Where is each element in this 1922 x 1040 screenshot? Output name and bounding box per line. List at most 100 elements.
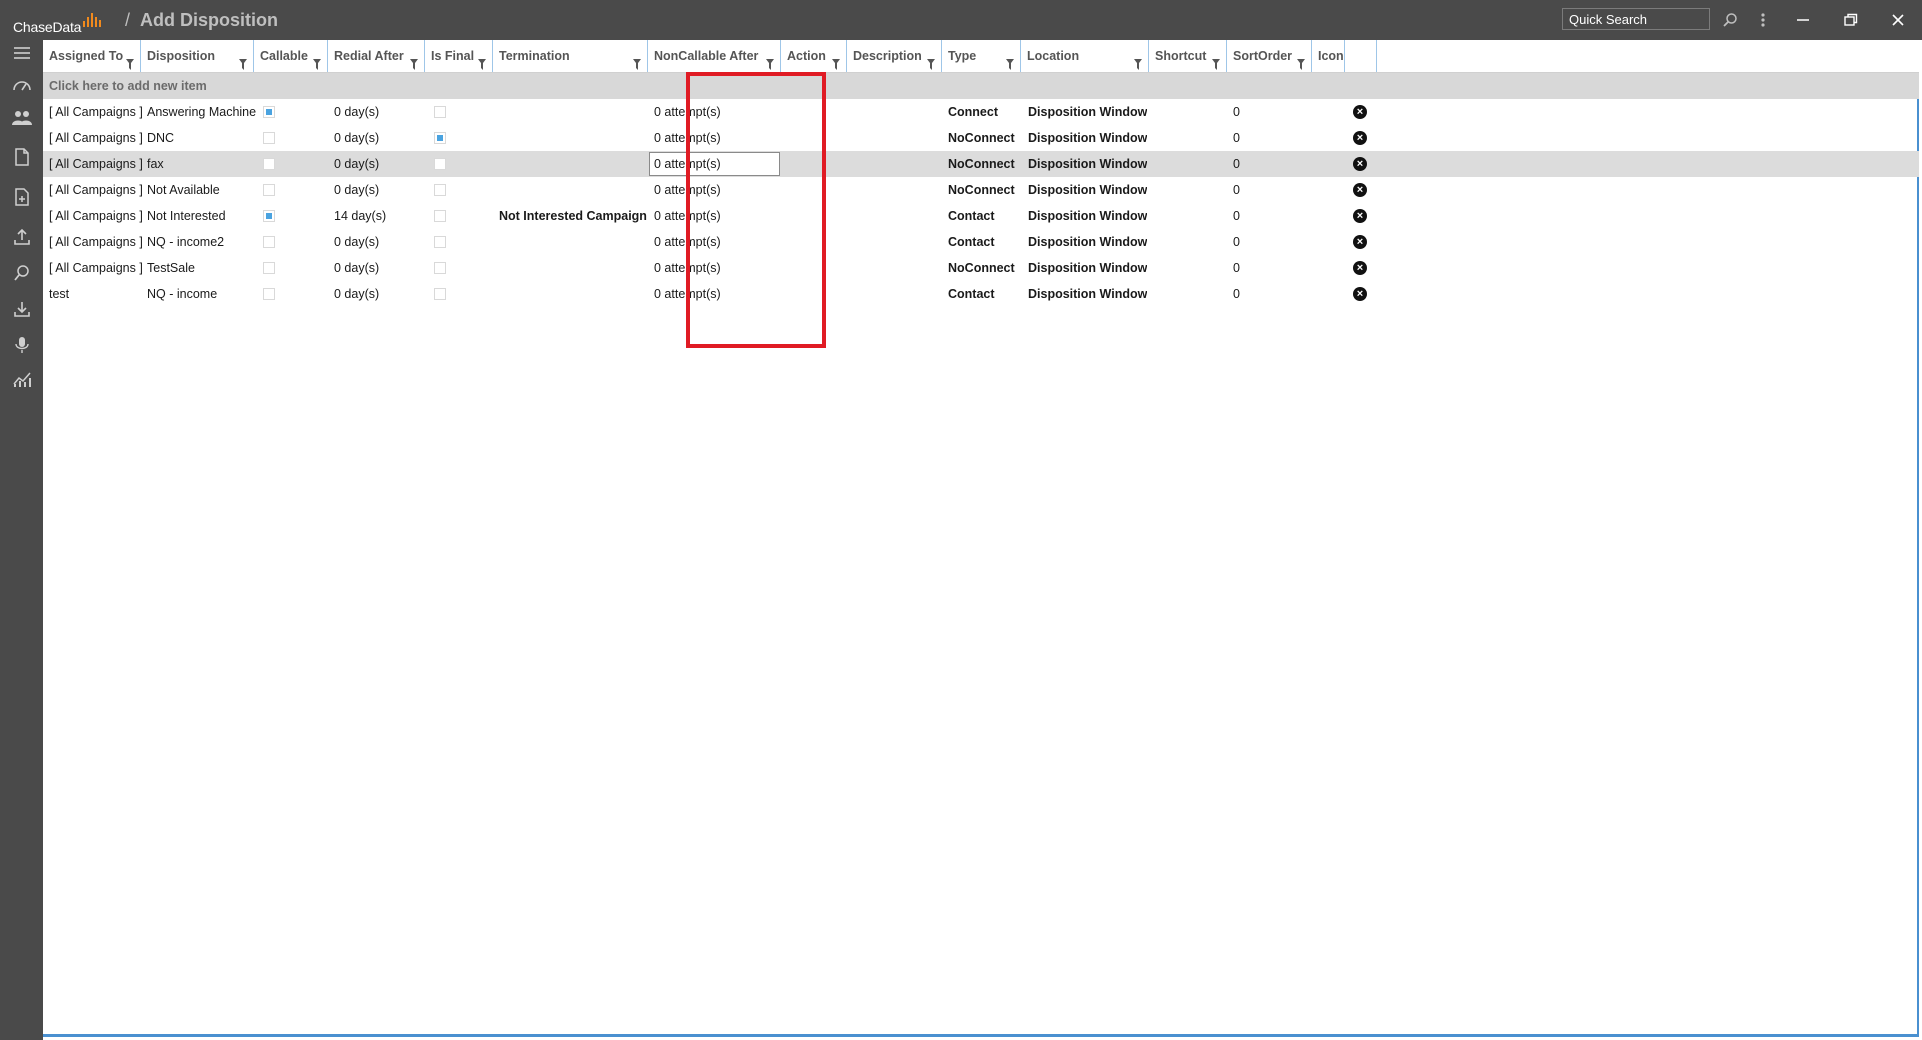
cell-sortorder[interactable]: 0	[1233, 255, 1240, 281]
cell-type[interactable]: NoConnect	[948, 255, 1015, 281]
cell-assigned-to[interactable]: [ All Campaigns ]	[49, 151, 143, 177]
cell-redial-after[interactable]: 0 day(s)	[334, 151, 379, 177]
delete-icon[interactable]: ×	[1353, 183, 1367, 197]
cell-disposition[interactable]: Answering Machine	[147, 99, 256, 125]
cell-sortorder[interactable]: 0	[1233, 99, 1240, 125]
callable-checkbox[interactable]	[263, 106, 275, 118]
cell-type[interactable]: Connect	[948, 99, 998, 125]
cell-disposition[interactable]: Not Available	[147, 177, 220, 203]
add-new-item-row[interactable]: Click here to add new item	[43, 73, 1919, 99]
add-document-icon[interactable]	[11, 186, 33, 208]
cell-redial-after[interactable]: 0 day(s)	[334, 125, 379, 151]
column-header-termination[interactable]: Termination	[493, 40, 648, 72]
column-header-assigned-to[interactable]: Assigned To	[43, 40, 141, 72]
cell-location[interactable]: Disposition Window	[1028, 203, 1147, 229]
cell-termination[interactable]	[499, 99, 649, 125]
cell-disposition[interactable]: NQ - income2	[147, 229, 224, 255]
cell-assigned-to[interactable]: [ All Campaigns ]	[49, 229, 143, 255]
cell-termination[interactable]	[499, 255, 649, 281]
table-row[interactable]: [ All Campaigns ] DNC 0 day(s) 0 attempt(s)…	[43, 125, 1919, 151]
upload-icon[interactable]	[11, 226, 33, 248]
column-header-action[interactable]: Action	[781, 40, 847, 72]
is-final-checkbox[interactable]	[434, 210, 446, 222]
cell-termination[interactable]	[499, 177, 649, 203]
cell-termination[interactable]	[499, 125, 649, 151]
is-final-checkbox[interactable]	[434, 132, 446, 144]
is-final-checkbox[interactable]	[434, 106, 446, 118]
cell-assigned-to[interactable]: [ All Campaigns ]	[49, 255, 143, 281]
restore-icon[interactable]	[1841, 10, 1861, 30]
column-header-disposition[interactable]: Disposition	[141, 40, 254, 72]
cell-redial-after[interactable]: 0 day(s)	[334, 229, 379, 255]
more-icon[interactable]	[1753, 10, 1773, 30]
delete-icon[interactable]: ×	[1353, 105, 1367, 119]
cell-assigned-to[interactable]: [ All Campaigns ]	[49, 99, 143, 125]
cell-type[interactable]: Contact	[948, 203, 995, 229]
callable-checkbox[interactable]	[263, 288, 275, 300]
quick-search-input[interactable]: Quick Search	[1562, 8, 1710, 30]
column-header-location[interactable]: Location	[1021, 40, 1149, 72]
users-icon[interactable]	[11, 106, 33, 128]
is-final-checkbox[interactable]	[434, 262, 446, 274]
delete-icon[interactable]: ×	[1353, 287, 1367, 301]
table-row[interactable]: test NQ - income 0 day(s) 0 attempt(s) Conta…	[43, 281, 1919, 307]
cell-location[interactable]: Disposition Window	[1028, 177, 1147, 203]
cell-location[interactable]: Disposition Window	[1028, 281, 1147, 307]
cell-disposition[interactable]: Not Interested	[147, 203, 226, 229]
delete-icon[interactable]: ×	[1353, 235, 1367, 249]
cell-noncallable-after[interactable]: 0 attempt(s)	[654, 99, 721, 125]
callable-checkbox[interactable]	[263, 158, 275, 170]
table-row[interactable]: [ All Campaigns ] TestSale 0 day(s) 0 attem…	[43, 255, 1919, 281]
cell-disposition[interactable]: DNC	[147, 125, 174, 151]
chart-icon[interactable]	[11, 368, 33, 390]
cell-sortorder[interactable]: 0	[1233, 177, 1240, 203]
is-final-checkbox[interactable]	[434, 184, 446, 196]
cell-noncallable-after[interactable]: 0 attempt(s)	[654, 203, 721, 229]
column-header-noncallable-after[interactable]: NonCallable After	[648, 40, 781, 72]
delete-icon[interactable]: ×	[1353, 209, 1367, 223]
cell-assigned-to[interactable]: [ All Campaigns ]	[49, 203, 143, 229]
column-header-shortcut[interactable]: Shortcut	[1149, 40, 1227, 72]
cell-termination[interactable]	[499, 229, 649, 255]
column-header-sortorder[interactable]: SortOrder	[1227, 40, 1312, 72]
cell-type[interactable]: NoConnect	[948, 177, 1015, 203]
cell-disposition[interactable]: fax	[147, 151, 164, 177]
is-final-checkbox[interactable]	[434, 236, 446, 248]
delete-icon[interactable]: ×	[1353, 261, 1367, 275]
cell-location[interactable]: Disposition Window	[1028, 125, 1147, 151]
is-final-checkbox[interactable]	[434, 288, 446, 300]
close-window-icon[interactable]	[1888, 10, 1908, 30]
cell-termination[interactable]	[499, 281, 649, 307]
is-final-checkbox[interactable]	[434, 158, 446, 170]
cell-noncallable-after[interactable]: 0 attempt(s)	[649, 152, 780, 176]
column-header-icon[interactable]: Icon	[1312, 40, 1345, 72]
cell-disposition[interactable]: NQ - income	[147, 281, 217, 307]
menu-icon[interactable]	[11, 42, 33, 64]
cell-redial-after[interactable]: 0 day(s)	[334, 255, 379, 281]
cell-sortorder[interactable]: 0	[1233, 151, 1240, 177]
cell-noncallable-after[interactable]: 0 attempt(s)	[654, 281, 721, 307]
column-header-callable[interactable]: Callable	[254, 40, 328, 72]
cell-noncallable-after[interactable]: 0 attempt(s)	[654, 177, 721, 203]
cell-redial-after[interactable]: 14 day(s)	[334, 203, 386, 229]
table-row[interactable]: [ All Campaigns ] fax 0 day(s) 0 attempt(s)…	[43, 151, 1919, 177]
cell-type[interactable]: Contact	[948, 229, 995, 255]
cell-sortorder[interactable]: 0	[1233, 125, 1240, 151]
cell-assigned-to[interactable]: [ All Campaigns ]	[49, 177, 143, 203]
download-icon[interactable]	[11, 298, 33, 320]
callable-checkbox[interactable]	[263, 236, 275, 248]
column-header-redial-after[interactable]: Redial After	[328, 40, 425, 72]
callable-checkbox[interactable]	[263, 210, 275, 222]
column-header-type[interactable]: Type	[942, 40, 1021, 72]
cell-location[interactable]: Disposition Window	[1028, 255, 1147, 281]
callable-checkbox[interactable]	[263, 132, 275, 144]
table-row[interactable]: [ All Campaigns ] NQ - income2 0 day(s) 0 a…	[43, 229, 1919, 255]
cell-type[interactable]: NoConnect	[948, 151, 1015, 177]
cell-sortorder[interactable]: 0	[1233, 203, 1240, 229]
table-row[interactable]: [ All Campaigns ] Not Available 0 day(s) 0 …	[43, 177, 1919, 203]
cell-noncallable-after[interactable]: 0 attempt(s)	[654, 229, 721, 255]
cell-redial-after[interactable]: 0 day(s)	[334, 99, 379, 125]
cell-location[interactable]: Disposition Window	[1028, 229, 1147, 255]
minimize-icon[interactable]	[1793, 10, 1813, 30]
dashboard-icon[interactable]	[11, 74, 33, 96]
